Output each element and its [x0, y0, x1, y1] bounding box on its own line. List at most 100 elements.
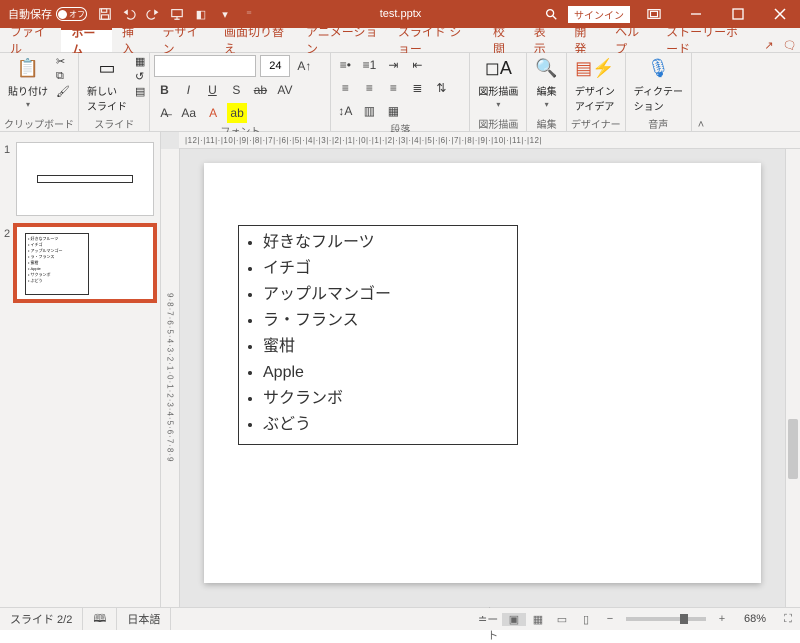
- sorter-view-icon[interactable]: ▦: [526, 613, 550, 626]
- align-right-icon[interactable]: ≡: [383, 78, 403, 98]
- bold-button[interactable]: B: [154, 80, 174, 100]
- qat-overflow-icon[interactable]: ⁼: [241, 6, 257, 22]
- layout-icon[interactable]: ▦: [135, 55, 145, 68]
- zoom-in-button[interactable]: +: [710, 613, 734, 625]
- signin-button[interactable]: サインイン: [568, 6, 630, 23]
- spellcheck-icon[interactable]: 🕮: [83, 608, 117, 630]
- list-item[interactable]: イチゴ: [263, 256, 511, 282]
- list-item[interactable]: アップルマンゴー: [263, 282, 511, 308]
- shadow-button[interactable]: S: [226, 80, 246, 100]
- italic-button[interactable]: I: [178, 80, 198, 100]
- tab-review[interactable]: 校閲: [483, 28, 524, 52]
- grow-font-icon[interactable]: A↑: [294, 56, 314, 76]
- tab-help[interactable]: ヘルプ: [605, 28, 656, 52]
- reading-view-icon[interactable]: ▭: [550, 613, 574, 626]
- mic-icon: 🎙: [647, 55, 670, 81]
- dictation-label: ディクテー ション: [634, 83, 683, 113]
- list-item[interactable]: 蜜柑: [263, 334, 511, 360]
- change-case-icon[interactable]: Aa: [178, 103, 199, 123]
- zoom-level[interactable]: 68%: [734, 608, 776, 630]
- section-icon[interactable]: ▤: [135, 85, 145, 98]
- reset-icon[interactable]: ↺: [135, 70, 145, 83]
- text-direction-icon[interactable]: ↕A: [335, 101, 355, 121]
- clear-format-icon[interactable]: A̶: [154, 103, 174, 123]
- list-item[interactable]: ぶどう: [263, 412, 511, 438]
- tab-file[interactable]: ファイル: [0, 28, 61, 52]
- shapes-button[interactable]: ◻A図形描画▾: [474, 55, 522, 109]
- align-center-icon[interactable]: ≡: [359, 78, 379, 98]
- tab-animations[interactable]: アニメーション: [296, 28, 388, 52]
- dictation-button[interactable]: 🎙ディクテー ション: [630, 55, 687, 113]
- smartart-icon[interactable]: ▦: [383, 101, 403, 121]
- columns-icon[interactable]: ▥: [359, 101, 379, 121]
- zoom-knob[interactable]: [680, 614, 688, 624]
- group-slides: ▭ 新しい スライド ▦ ↺ ▤ スライド: [79, 53, 150, 131]
- indent-right-icon[interactable]: ⇥: [383, 55, 403, 75]
- underline-button[interactable]: U: [202, 80, 222, 100]
- paste-button[interactable]: 📋 貼り付け ▾: [4, 55, 52, 109]
- touch-mode-icon[interactable]: ◧: [193, 6, 209, 22]
- indent-left-icon[interactable]: ⇤: [407, 55, 427, 75]
- vertical-scrollbar[interactable]: [785, 149, 800, 607]
- list-item[interactable]: Apple: [263, 360, 511, 386]
- justify-icon[interactable]: ≣: [407, 78, 427, 98]
- list-item[interactable]: 好きなフルーツ: [263, 230, 511, 256]
- autosave-switch[interactable]: オフ: [56, 7, 87, 21]
- line-spacing-icon[interactable]: ⇅: [431, 78, 451, 98]
- strikethrough-button[interactable]: ab: [250, 80, 270, 100]
- slide-editor: |12|·|11|·|10|·|9|·|8|·|7|·|6|·|5|·|4|·|…: [161, 132, 800, 607]
- tab-home[interactable]: ホーム: [61, 28, 112, 52]
- highlight-icon[interactable]: ab: [227, 103, 247, 123]
- zoom-out-button[interactable]: −: [598, 613, 622, 625]
- editing-button[interactable]: 🔍編集▾: [531, 55, 561, 109]
- scroll-thumb[interactable]: [788, 419, 798, 479]
- editing-label: 編集: [537, 83, 557, 98]
- copy-icon[interactable]: ⧉: [56, 70, 70, 83]
- share-icon[interactable]: ↗: [759, 39, 780, 52]
- tab-design[interactable]: デザイン: [153, 28, 214, 52]
- close-icon[interactable]: [762, 0, 798, 28]
- list-item[interactable]: ラ・フランス: [263, 308, 511, 334]
- new-slide-button[interactable]: ▭ 新しい スライド: [83, 55, 131, 113]
- qat-more-icon[interactable]: ▾: [217, 6, 233, 22]
- thumbnail-2[interactable]: 2 • 好きなフルーツ• イチゴ• アップルマンゴー• ラ・フランス• 蜜柑• …: [4, 226, 154, 300]
- thumbnail-1[interactable]: 1: [4, 142, 154, 216]
- tab-storyboard[interactable]: ストーリーボード: [656, 28, 759, 52]
- normal-view-icon[interactable]: ▣: [502, 613, 526, 626]
- text-box[interactable]: 好きなフルーツ イチゴ アップルマンゴー ラ・フランス 蜜柑 Apple サクラ…: [238, 225, 518, 445]
- format-painter-icon[interactable]: 🖌: [56, 85, 70, 98]
- collapse-ribbon-icon[interactable]: ˄: [692, 53, 710, 131]
- design-ideas-label: デザイン アイデア: [575, 83, 615, 113]
- design-ideas-button[interactable]: ▤⚡デザイン アイデア: [571, 55, 619, 113]
- numbering-icon[interactable]: ≡1: [359, 55, 379, 75]
- tab-view[interactable]: 表示: [524, 28, 565, 52]
- align-left-icon[interactable]: ≡: [335, 78, 355, 98]
- search-icon[interactable]: [544, 7, 558, 21]
- font-color-icon[interactable]: A: [203, 103, 223, 123]
- language-indicator[interactable]: 日本語: [117, 608, 171, 630]
- tab-slideshow[interactable]: スライド ショー: [388, 28, 483, 52]
- slideshow-view-icon[interactable]: ▯: [574, 613, 598, 626]
- bullets-icon[interactable]: ≡•: [335, 55, 355, 75]
- tab-transitions[interactable]: 画面切り替え: [214, 28, 296, 52]
- font-size-input[interactable]: [261, 56, 289, 76]
- comments-icon[interactable]: 🗨: [779, 39, 800, 52]
- horizontal-ruler[interactable]: |12|·|11|·|10|·|9|·|8|·|7|·|6|·|5|·|4|·|…: [179, 132, 800, 149]
- slide[interactable]: 好きなフルーツ イチゴ アップルマンゴー ラ・フランス 蜜柑 Apple サクラ…: [204, 163, 761, 583]
- slide-indicator[interactable]: スライド 2/2: [0, 608, 83, 630]
- zoom-slider[interactable]: [626, 617, 706, 621]
- fit-to-window-icon[interactable]: ⛶: [776, 613, 800, 626]
- autosave-toggle[interactable]: 自動保存 オフ: [8, 6, 87, 22]
- undo-icon[interactable]: [121, 6, 137, 22]
- list-item[interactable]: サクランボ: [263, 386, 511, 412]
- cut-icon[interactable]: ✂: [56, 55, 70, 68]
- font-family-input[interactable]: [155, 56, 255, 76]
- slideshow-start-icon[interactable]: [169, 6, 185, 22]
- redo-icon[interactable]: [145, 6, 161, 22]
- save-icon[interactable]: [97, 6, 113, 22]
- tab-developer[interactable]: 開発: [564, 28, 605, 52]
- vertical-ruler[interactable]: 9·8·7·6·5·4·3·2·1·0·1·2·3·4·5·6·7·8·9: [161, 149, 180, 607]
- slide-canvas[interactable]: 好きなフルーツ イチゴ アップルマンゴー ラ・フランス 蜜柑 Apple サクラ…: [180, 149, 785, 607]
- tab-insert[interactable]: 挿入: [112, 28, 153, 52]
- char-spacing-icon[interactable]: AV: [274, 80, 295, 100]
